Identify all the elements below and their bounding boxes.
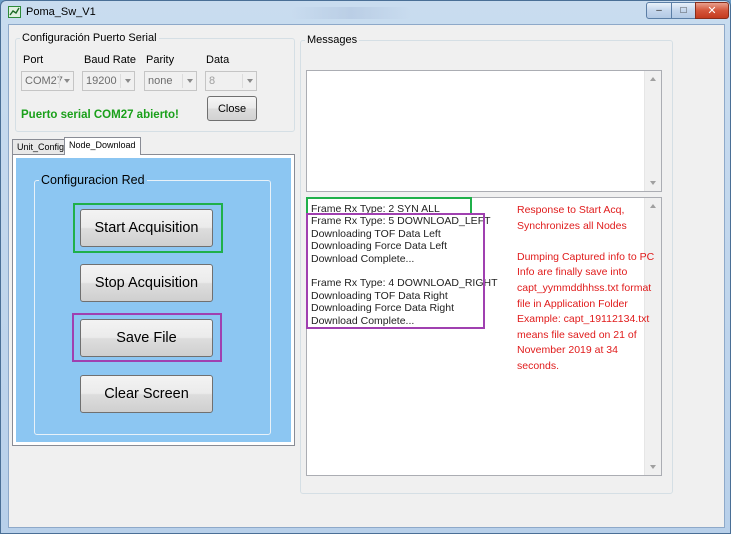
close-port-label: Close <box>217 102 247 115</box>
parity-select[interactable]: none <box>144 71 197 91</box>
messages-top-textbox[interactable] <box>306 70 662 192</box>
log-line: Frame Rx Type: 2 SYN ALL <box>311 203 440 215</box>
baud-rate-label: Baud Rate <box>84 54 136 66</box>
log-line: Frame Rx Type: 5 DOWNLOAD_LEFT <box>311 215 491 228</box>
save-file-button[interactable]: Save File <box>80 319 213 357</box>
log-lines: Frame Rx Type: 2 SYN ALL Frame Rx Type: 5… <box>306 201 506 351</box>
minimize-icon: – <box>656 5 662 16</box>
annotation-line: Response to Start Acq, <box>517 204 625 216</box>
log-line: Downloading TOF Data Left <box>311 227 441 240</box>
stop-acquisition-button[interactable]: Stop Acquisition <box>80 264 213 302</box>
annotation-text: Response to Start Acq, Synchronizes all N… <box>517 203 657 383</box>
annotation-line: Synchronizes all Nodes <box>517 219 627 232</box>
log-line: Download Complete... <box>311 252 415 265</box>
tab-unit-config[interactable]: Unit_Config <box>12 139 70 155</box>
chevron-down-icon <box>187 79 193 83</box>
data-bits-select[interactable]: 8 <box>205 71 257 91</box>
scroll-down-icon <box>650 465 656 469</box>
log-line: Download Complete... <box>311 314 415 327</box>
minimize-button[interactable]: – <box>646 2 672 19</box>
annotation-line: Dumping Captured info to PC <box>517 250 655 263</box>
close-icon: ✕ <box>707 5 717 17</box>
annotation-line: November 2019 at 34 <box>517 344 618 357</box>
baud-rate-select[interactable]: 19200 <box>82 71 135 91</box>
tab-node-download-label: Node_Download <box>69 140 136 150</box>
log-line: Downloading Force Data Left <box>311 240 447 253</box>
top-textbox-scrollbar[interactable] <box>644 71 661 191</box>
annotation-line: capt_yymmddhhss.txt format <box>517 282 652 294</box>
parity-value: none <box>148 75 173 87</box>
window-title: Poma_Sw_V1 <box>26 6 96 18</box>
chevron-down-icon <box>247 79 253 83</box>
data-label: Data <box>206 54 230 66</box>
log-line: Downloading Force Data Right <box>311 302 454 315</box>
maximize-icon: □ <box>680 5 687 16</box>
log-line: Downloading TOF Data Right <box>311 289 448 302</box>
close-window-button[interactable]: ✕ <box>695 2 729 19</box>
config-red-legend: Configuracion Red <box>41 173 145 187</box>
maximize-button[interactable]: □ <box>671 2 696 19</box>
chevron-down-icon <box>64 79 70 83</box>
start-acquisition-label: Start Acquisition <box>94 220 199 236</box>
stop-acquisition-label: Stop Acquisition <box>94 275 199 291</box>
data-bits-value: 8 <box>209 75 216 87</box>
baud-rate-value: 19200 <box>86 75 117 87</box>
parity-label: Parity <box>146 54 175 66</box>
annotation-line: file in Application Folder <box>517 297 628 310</box>
annotation-line: Example: capt_19112134.txt <box>517 313 650 326</box>
port-select[interactable]: COM27 <box>21 71 74 91</box>
messages-legend: Messages <box>307 34 358 46</box>
clear-screen-label: Clear Screen <box>104 386 189 402</box>
port-label: Port <box>23 54 44 66</box>
chevron-down-icon <box>125 79 131 83</box>
clear-screen-button[interactable]: Clear Screen <box>80 375 213 413</box>
tab-unit-config-label: Unit_Config <box>17 142 65 152</box>
annotation-line: means file saved on 21 of <box>517 328 637 341</box>
annotation-line: Info are finally save into <box>517 266 628 279</box>
title-bar[interactable]: Poma_Sw_V1 – □ ✕ <box>1 1 730 23</box>
client-area: Configuración Puerto Serial Port Baud Ra… <box>8 24 725 528</box>
log-line: Frame Rx Type: 4 DOWNLOAD_RIGHT <box>311 277 498 290</box>
node-download-panel: Configuracion Red Start Acquisition Stop… <box>12 154 295 446</box>
serial-status-text: Puerto serial COM27 abierto! <box>21 109 179 121</box>
port-value: COM27 <box>25 75 63 87</box>
scroll-up-icon <box>650 77 656 81</box>
scroll-down-icon <box>650 181 656 185</box>
save-file-label: Save File <box>116 330 177 346</box>
node-download-area: Configuracion Red Start Acquisition Stop… <box>16 158 291 442</box>
app-icon <box>8 6 21 18</box>
app-window: Poma_Sw_V1 – □ ✕ Configuración Puerto Se… <box>0 0 731 534</box>
annotation-line: seconds. <box>517 360 560 372</box>
tab-node-download[interactable]: Node_Download <box>64 137 141 155</box>
serial-config-legend: Configuración Puerto Serial <box>22 32 157 44</box>
close-port-button[interactable]: Close <box>207 96 257 121</box>
start-acquisition-button[interactable]: Start Acquisition <box>80 209 213 247</box>
title-decoration <box>291 7 411 19</box>
